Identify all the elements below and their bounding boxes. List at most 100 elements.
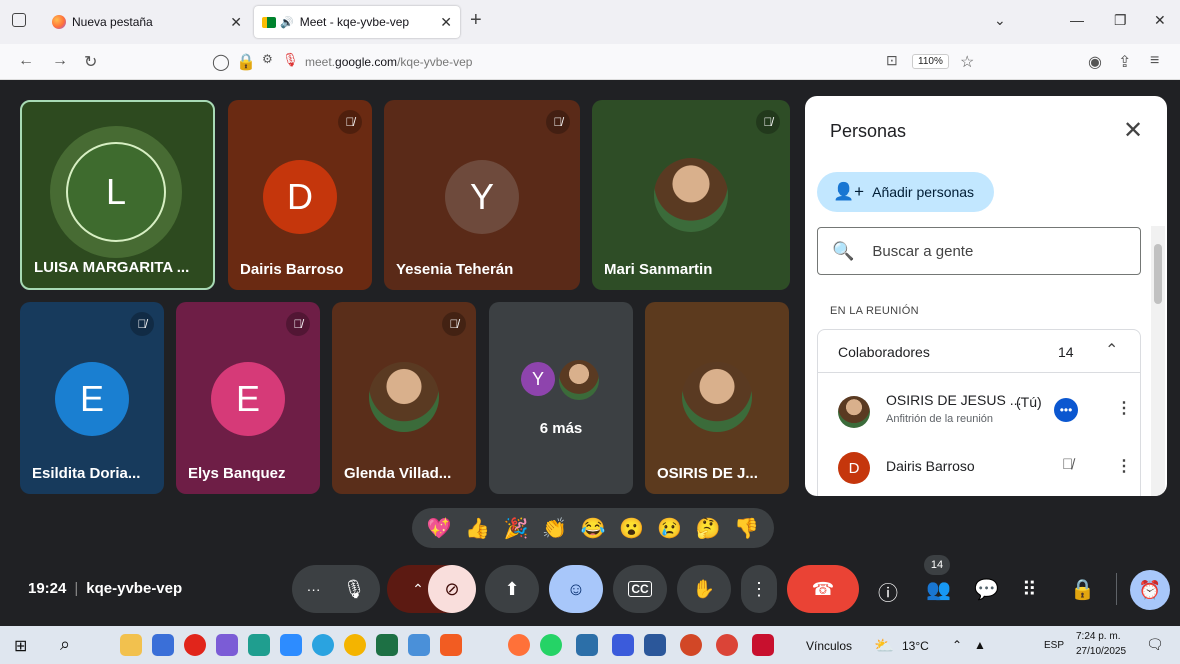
account-icon[interactable]: ◉ [1088,52,1102,72]
microphone-permission-icon[interactable]: 🎙 [282,52,299,68]
present-screen-button[interactable]: ⬆ [485,565,539,613]
install-app-icon[interactable]: ⊡ [886,52,898,69]
links-toolbar[interactable]: Vínculos [806,639,852,653]
scrollbar-thumb[interactable] [1154,244,1162,304]
word-icon[interactable] [644,634,666,656]
new-tab-button[interactable]: + [470,10,482,30]
opera-icon[interactable] [184,634,206,656]
tab-meet[interactable]: 🔊 Meet - kqe-yvbe-vep ✕ [254,6,460,38]
list-item[interactable]: D Dairis Barroso 🎙̸ ⋮ [818,438,1142,494]
file-explorer-icon[interactable] [120,634,142,656]
search-icon[interactable]: ⌕ [60,634,70,655]
participant-tile[interactable]: 🎙̸ E Elys Banquez [176,302,320,494]
add-people-button[interactable]: 👤+ Añadir personas [817,172,995,212]
thumbs-up-reaction[interactable]: 👍 [465,516,490,541]
clap-reaction[interactable]: 👏 [542,516,567,541]
windows-start-icon[interactable]: ⊞ [14,636,27,656]
more-options-icon[interactable]: ⋮ [1116,398,1132,418]
leave-call-button[interactable]: ☎ [787,565,859,613]
camera-off-button[interactable]: ⊘ [428,565,476,613]
chrome-icon[interactable] [344,634,366,656]
close-tab-icon[interactable]: ✕ [440,14,452,31]
participant-tile[interactable]: L LUISA MARGARITA ... [20,100,215,290]
clock-time[interactable]: 7:24 p. m. [1076,631,1120,642]
speaker-icon[interactable]: 🔊 [280,16,294,29]
extensions-icon[interactable]: ⇪ [1118,52,1131,72]
chevron-up-icon[interactable]: ⌃ [412,581,424,598]
forward-icon[interactable]: → [52,52,68,70]
app-icon[interactable] [248,634,270,656]
meeting-details-icon[interactable]: ⓘ [878,577,898,606]
chat-icon[interactable]: 💬 [974,577,999,602]
thinking-reaction[interactable]: 🤔 [696,516,721,541]
participant-tile[interactable]: 🎙̸ Glenda Villad... [332,302,476,494]
more-participants-tile[interactable]: Y 6 más [489,302,633,494]
permissions-icon[interactable]: ⚙ [262,52,273,66]
zoom-level[interactable]: 110% [912,54,949,69]
more-options-icon[interactable]: ⋮ [1116,456,1132,476]
host-options-icon[interactable]: ••• [1054,398,1078,422]
microphone-icon[interactable]: 🎙 [343,579,366,600]
lock-icon[interactable]: 🔒 [236,52,256,72]
tab-new-tab[interactable]: Nueva pestaña ✕ [44,6,250,38]
back-icon[interactable]: ← [18,52,34,70]
excel-icon[interactable] [376,634,398,656]
app-icon[interactable] [612,634,634,656]
raise-hand-button[interactable]: ✋ [677,565,731,613]
app-icon[interactable] [576,634,598,656]
brave-icon[interactable] [440,634,462,656]
close-window-button[interactable]: ✕ [1154,12,1166,29]
network-icon[interactable]: ▲ [974,638,986,652]
reload-icon[interactable]: ↻ [84,52,97,72]
store-icon[interactable] [152,634,174,656]
app-icon[interactable] [408,634,430,656]
notifications-icon[interactable]: 🗨 [1146,636,1164,653]
participant-tile[interactable]: 🎙̸ E Esildita Doria... [20,302,164,494]
thumbs-down-reaction[interactable]: 👎 [734,516,759,541]
temperature[interactable]: 13°C [902,639,929,653]
people-icon[interactable]: 👥 [926,577,951,602]
shield-icon[interactable]: ◯ [212,52,230,72]
restore-button[interactable]: ❐ [1114,12,1127,29]
timer-button[interactable]: ⏰ [1130,570,1170,610]
menu-icon[interactable]: ≡ [1150,52,1159,70]
language-indicator[interactable]: ESP [1044,640,1064,651]
url-bar[interactable]: ◯ 🔒 ⚙ 🎙 meet.google.com/kqe-yvbe-vep ⊡ 1… [200,48,980,76]
close-tab-icon[interactable]: ✕ [230,14,242,31]
powerpoint-icon[interactable] [680,634,702,656]
clock-date[interactable]: 27/10/2025 [1076,646,1126,657]
sparkling-heart-reaction[interactable]: 💖 [427,516,452,541]
zoom-icon[interactable] [280,634,302,656]
minimize-button[interactable]: — [1070,12,1084,28]
telegram-icon[interactable] [312,634,334,656]
tab-list-icon[interactable] [12,13,26,27]
close-panel-button[interactable]: ✕ [1123,116,1143,145]
surprised-reaction[interactable]: 😮 [619,516,644,541]
participant-tile[interactable]: OSIRIS DE J... [645,302,789,494]
activities-icon[interactable]: ⠿ [1022,577,1037,602]
app-icon[interactable] [716,634,738,656]
app-icon[interactable] [216,634,238,656]
emoji-reactions-button[interactable]: ☺ [549,565,603,613]
whatsapp-icon[interactable] [540,634,562,656]
more-options-button[interactable]: ⋮ [741,565,777,613]
participant-tile[interactable]: 🎙̸ Y Yesenia Teherán [384,100,580,290]
chevron-down-icon[interactable]: ⌄ [994,12,1006,29]
chevron-up-icon[interactable]: ⌃ [1105,340,1118,360]
firefox-icon[interactable] [508,634,530,656]
participant-tile[interactable]: 🎙̸ D Dairis Barroso [228,100,372,290]
search-people-input[interactable]: 🔍 Buscar a gente [817,227,1141,275]
host-controls-icon[interactable]: 🔒 [1070,577,1095,602]
audio-options-icon[interactable]: ··· [307,581,321,597]
bookmark-star-icon[interactable]: ☆ [960,52,974,72]
app-icon[interactable] [752,634,774,656]
url-text[interactable]: meet.google.com/kqe-yvbe-vep [305,55,472,69]
cry-reaction[interactable]: 😢 [657,516,682,541]
participant-tile[interactable]: 🎙̸ Mari Sanmartin [592,100,790,290]
list-item[interactable]: OSIRIS DE JESUS ... (Tú) Anfitrión de la… [818,382,1142,438]
captions-button[interactable]: CC [613,565,667,613]
party-reaction[interactable]: 🎉 [504,516,529,541]
laugh-reaction[interactable]: 😂 [581,516,606,541]
weather-icon[interactable]: ⛅ [874,636,894,656]
tray-chevron-icon[interactable]: ⌃ [952,638,962,652]
